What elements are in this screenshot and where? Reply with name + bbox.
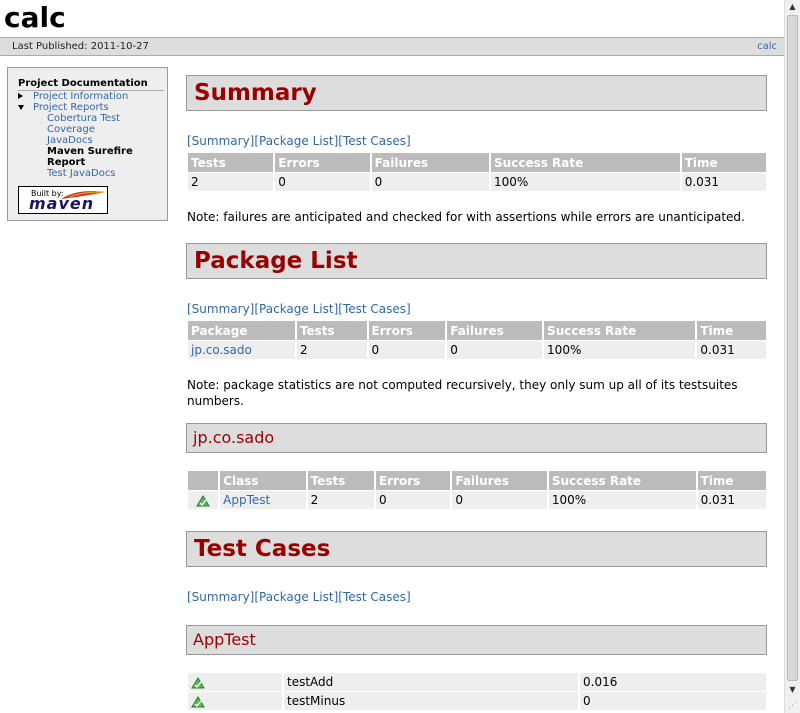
column-header: Tests (296, 321, 367, 340)
package-link[interactable]: jp.co.sado (191, 343, 252, 357)
breadcrumb: Last Published: 2011-10-27 calc (0, 37, 784, 56)
cell-time: 0.031 (697, 341, 766, 359)
package-list-note: Note: package statistics are not compute… (187, 378, 738, 408)
collapsed-triangle-icon (18, 93, 23, 99)
column-header: Class (220, 471, 306, 490)
vertical-scrollbar[interactable]: ▲ ▼ ⋰ (784, 0, 800, 713)
section-apptest-title: AppTest (186, 625, 767, 655)
table-row: AppTest 2 0 0 100% 0.031 (188, 491, 766, 509)
built-by-maven-badge[interactable]: Built by: maven (18, 186, 108, 214)
test-name: testAdd (284, 673, 578, 691)
test-time: 0 (580, 692, 766, 710)
link-test-cases[interactable]: [Test Cases] (338, 302, 410, 316)
cell-success-rate: 100% (491, 173, 680, 191)
column-header: Time (681, 153, 766, 172)
sidebar-item-cobertura[interactable]: Cobertura Test Coverage (47, 113, 120, 135)
column-header: Success Rate (544, 321, 696, 340)
cell-errors: 0 (275, 173, 370, 191)
table-row: testMinus 0 (188, 692, 766, 710)
sidebar-item-label[interactable]: Project Reports (33, 102, 109, 113)
table-row: 2 0 0 100% 0.031 (188, 173, 766, 191)
sidebar-subnav: Cobertura Test Coverage JavaDocs Maven S… (33, 113, 165, 179)
link-summary[interactable]: [Summary] (187, 134, 254, 148)
table-row: jp.co.sado 2 0 0 100% 0.031 (188, 341, 766, 359)
success-icon (196, 494, 210, 507)
link-test-cases[interactable]: [Test Cases] (338, 590, 410, 604)
project-link[interactable]: calc (757, 38, 777, 55)
sidebar: Project Documentation Project Informatio… (7, 67, 168, 221)
cell-errors: 0 (375, 491, 451, 509)
section-test-cases-title: Test Cases (186, 531, 767, 567)
success-icon (191, 695, 205, 708)
quicklinks-package-list: [Summary][Package List][Test Cases] (187, 302, 411, 316)
cell-tests: 2 (296, 341, 367, 359)
column-header: Failures (371, 153, 490, 172)
summary-note: Note: failures are anticipated and check… (187, 210, 745, 224)
package-list-table: Package Tests Errors Failures Success Ra… (186, 320, 768, 360)
column-header: Errors (375, 471, 451, 490)
class-link[interactable]: AppTest (223, 493, 270, 507)
section-package-title: jp.co.sado (186, 423, 767, 453)
link-test-cases[interactable]: [Test Cases] (338, 134, 410, 148)
column-header: Time (697, 321, 766, 340)
sidebar-item-javadocs[interactable]: JavaDocs (47, 135, 93, 146)
cell-errors: 0 (368, 341, 446, 359)
column-header: Success Rate (491, 153, 680, 172)
scroll-up-arrow-icon[interactable]: ▲ (785, 0, 800, 14)
cell-success-rate: 100% (544, 341, 696, 359)
cell-tests: 2 (307, 491, 374, 509)
column-header: Errors (368, 321, 446, 340)
column-header: Tests (307, 471, 374, 490)
column-header: Failures (447, 321, 543, 340)
sidebar-heading: Project Documentation (18, 78, 164, 91)
test-name: testMinus (284, 692, 578, 710)
column-header: Errors (275, 153, 370, 172)
expanded-triangle-icon (18, 105, 24, 110)
column-header: Tests (188, 153, 274, 172)
page-title: calc (4, 1, 66, 34)
sidebar-nav: Project Information Project Reports Cobe… (17, 91, 165, 179)
link-summary[interactable]: [Summary] (187, 302, 254, 316)
column-header: Failures (452, 471, 547, 490)
cell-tests: 2 (188, 173, 274, 191)
link-package-list[interactable]: [Package List] (254, 302, 338, 316)
cell-failures: 0 (452, 491, 547, 509)
banner: calc (0, 0, 784, 36)
maven-logo: maven (29, 194, 95, 213)
link-summary[interactable]: [Summary] (187, 590, 254, 604)
scroll-down-arrow-icon[interactable]: ▼ (785, 683, 800, 697)
cell-failures: 0 (371, 173, 490, 191)
sidebar-item-label[interactable]: Project Information (33, 91, 128, 102)
package-class-table: Class Tests Errors Failures Success Rate… (186, 470, 768, 510)
cell-failures: 0 (447, 341, 543, 359)
test-cases-table: testAdd 0.016 testMinus 0 (186, 672, 768, 711)
success-icon (191, 676, 205, 689)
link-package-list[interactable]: [Package List] (254, 590, 338, 604)
sidebar-item-project-reports[interactable]: Project Reports Cobertura Test Coverage … (17, 102, 165, 179)
column-header (188, 471, 219, 490)
cell-time: 0.031 (697, 491, 766, 509)
table-row: testAdd 0.016 (188, 673, 766, 691)
quicklinks-summary: [Summary][Package List][Test Cases] (187, 134, 411, 148)
cell-time: 0.031 (681, 173, 766, 191)
link-package-list[interactable]: [Package List] (254, 134, 338, 148)
test-time: 0.016 (580, 673, 766, 691)
quicklinks-test-cases: [Summary][Package List][Test Cases] (187, 590, 411, 604)
column-header: Package (188, 321, 295, 340)
last-published: Last Published: 2011-10-27 (12, 41, 149, 52)
sidebar-item-surefire-report: Maven Surefire Report (47, 146, 133, 168)
sidebar-item-test-javadocs[interactable]: Test JavaDocs (47, 168, 116, 179)
column-header: Time (697, 471, 766, 490)
summary-table: Tests Errors Failures Success Rate Time … (186, 152, 768, 192)
scroll-thumb[interactable] (787, 15, 798, 681)
section-package-list-title: Package List (186, 243, 767, 279)
resize-grip-icon[interactable]: ⋰ (785, 699, 800, 713)
section-summary-title: Summary (186, 75, 767, 111)
cell-success-rate: 100% (548, 491, 696, 509)
column-header: Success Rate (548, 471, 696, 490)
sidebar-item-project-information[interactable]: Project Information (17, 91, 165, 102)
